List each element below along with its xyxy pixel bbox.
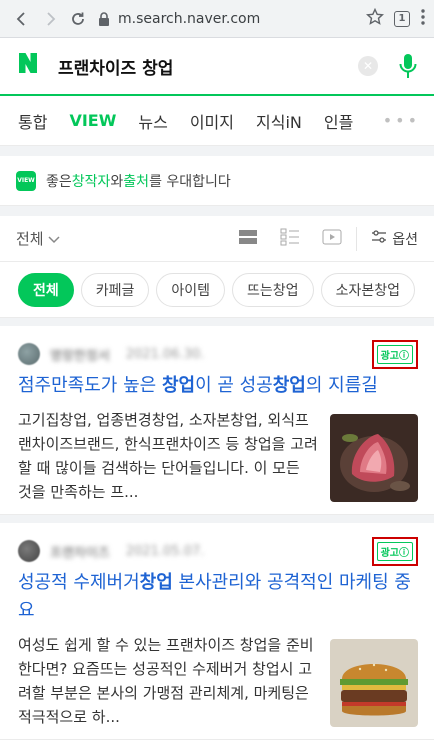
result-thumbnail[interactable] (330, 639, 418, 727)
chip-trending[interactable]: 뜨는창업 (232, 272, 314, 307)
keyword-chips: 전체 카페글 아이템 뜨는창업 소자본창업 (0, 262, 434, 318)
result-meta: 프랜차이즈 2021.05.07. 광고ⓘ (18, 536, 418, 566)
chip-small-capital[interactable]: 소자본창업 (320, 272, 415, 307)
filter-row: 전체 옵션 (0, 216, 434, 262)
tab-integrated[interactable]: 통합 (18, 109, 47, 133)
more-tabs-icon[interactable]: ••• (383, 111, 420, 130)
avatar[interactable] (18, 343, 40, 365)
back-arrow-icon[interactable] (8, 5, 36, 33)
view-notice: VIEW 좋은 창작자 와 출처 를 우대합니다 (0, 156, 434, 206)
url-text: m.search.naver.com (118, 10, 261, 27)
search-result-item: 프랜차이즈 2021.05.07. 광고ⓘ 성공적 수제버거창업 본사관리와 공… (0, 523, 434, 740)
result-meta: 명랑한정서 2021.06.30. 광고ⓘ (18, 339, 418, 369)
search-category-tabs: 통합 VIEW 뉴스 이미지 지식iN 인플 ••• (0, 96, 434, 146)
title-segment: 의 지름길 (305, 375, 378, 396)
tab-view[interactable]: VIEW (69, 111, 116, 130)
chevron-down-icon (48, 230, 60, 248)
star-icon[interactable] (365, 7, 385, 30)
forward-arrow-icon[interactable] (36, 5, 64, 33)
video-view-icon[interactable] (322, 229, 342, 249)
kebab-menu-icon[interactable] (420, 8, 426, 30)
post-date: 2021.05.07. (125, 543, 205, 559)
notice-source-link[interactable]: 출처 (123, 171, 149, 191)
tab-images[interactable]: 이미지 (190, 109, 234, 133)
notice-creator-link[interactable]: 창작자 (72, 171, 111, 191)
result-thumbnail[interactable] (330, 414, 418, 502)
ad-badge[interactable]: 광고ⓘ (371, 536, 418, 566)
ad-label: 광고ⓘ (376, 344, 413, 364)
options-button[interactable]: 옵션 (371, 229, 418, 249)
search-result-item: 명랑한정서 2021.06.30. 광고ⓘ 점주만족도가 높은 창업이 곧 성공… (0, 326, 434, 515)
card-view-icon[interactable] (238, 229, 258, 249)
sort-label: 전체 (16, 230, 44, 248)
author-name[interactable]: 프랜차이즈 (50, 542, 110, 561)
tab-news[interactable]: 뉴스 (138, 109, 167, 133)
result-title-link[interactable]: 점주만족도가 높은 창업이 곧 성공창업의 지름길 (18, 372, 418, 400)
tab-influencer[interactable]: 인플 (324, 109, 353, 133)
title-keyword: 창업 (161, 375, 196, 396)
lock-icon (98, 11, 110, 26)
microphone-icon[interactable] (396, 52, 420, 80)
close-circle-icon[interactable]: ✕ (358, 56, 378, 76)
description-text: 여성도 쉽게 할 수 있는 프랜차이즈 창업을 준비한다면? 요즘뜨는 성공적인… (18, 636, 314, 726)
title-segment: 점주만족도가 높은 (18, 375, 162, 396)
reload-icon[interactable] (64, 5, 92, 33)
title-keyword: 창업 (139, 572, 173, 593)
address-bar[interactable]: m.search.naver.com (98, 5, 360, 33)
section-divider (0, 146, 434, 156)
search-bar: 프랜차이즈 창업 ✕ (0, 38, 434, 96)
result-title-link[interactable]: 성공적 수제버거창업 본사관리와 공격적인 마케팅 중요 (18, 569, 418, 625)
view-badge-icon: VIEW (16, 170, 36, 191)
chip-all[interactable]: 전체 (18, 272, 74, 307)
naver-logo[interactable] (16, 51, 44, 82)
author-name[interactable]: 명랑한정서 (50, 345, 110, 364)
search-input[interactable]: 프랜차이즈 창업 (58, 54, 358, 79)
notice-text-mid: 와 (110, 173, 124, 190)
notice-text-post: 를 우대합니다 (149, 173, 231, 190)
browser-toolbar: m.search.naver.com 1 (0, 0, 434, 38)
section-divider (0, 515, 434, 523)
chip-item[interactable]: 아이템 (156, 272, 226, 307)
title-segment: 성공적 수제버거 (18, 572, 140, 593)
avatar[interactable] (18, 540, 40, 562)
notice-text-pre: 좋은 (46, 173, 72, 190)
sort-dropdown[interactable]: 전체 (16, 228, 60, 249)
list-view-icon[interactable] (280, 228, 300, 250)
title-segment: 이 곧 성공 (195, 375, 273, 396)
tab-count-button[interactable]: 1 (394, 10, 410, 27)
section-divider (0, 206, 434, 216)
sliders-icon (371, 229, 387, 248)
ad-label: 광고ⓘ (376, 541, 413, 561)
section-divider (0, 318, 434, 326)
post-date: 2021.06.30. (125, 346, 205, 362)
title-keyword: 창업 (272, 375, 306, 396)
tab-knowledge-in[interactable]: 지식iN (256, 109, 302, 133)
chip-cafe[interactable]: 카페글 (80, 272, 150, 307)
ad-badge[interactable]: 광고ⓘ (371, 339, 418, 369)
description-text: 고기집창업, 업종변경창업, 소자본창업, 외식프랜차이즈브랜드, 한식프랜차이… (18, 411, 318, 501)
options-label: 옵션 (392, 231, 418, 248)
result-description[interactable]: 고기집창업, 업종변경창업, 소자본창업, 외식프랜차이즈브랜드, 한식프랜차이… (18, 408, 330, 504)
result-description[interactable]: 여성도 쉽게 할 수 있는 프랜차이즈 창업을 준비한다면? 요즘뜨는 성공적인… (18, 633, 330, 729)
filter-divider (356, 226, 358, 251)
